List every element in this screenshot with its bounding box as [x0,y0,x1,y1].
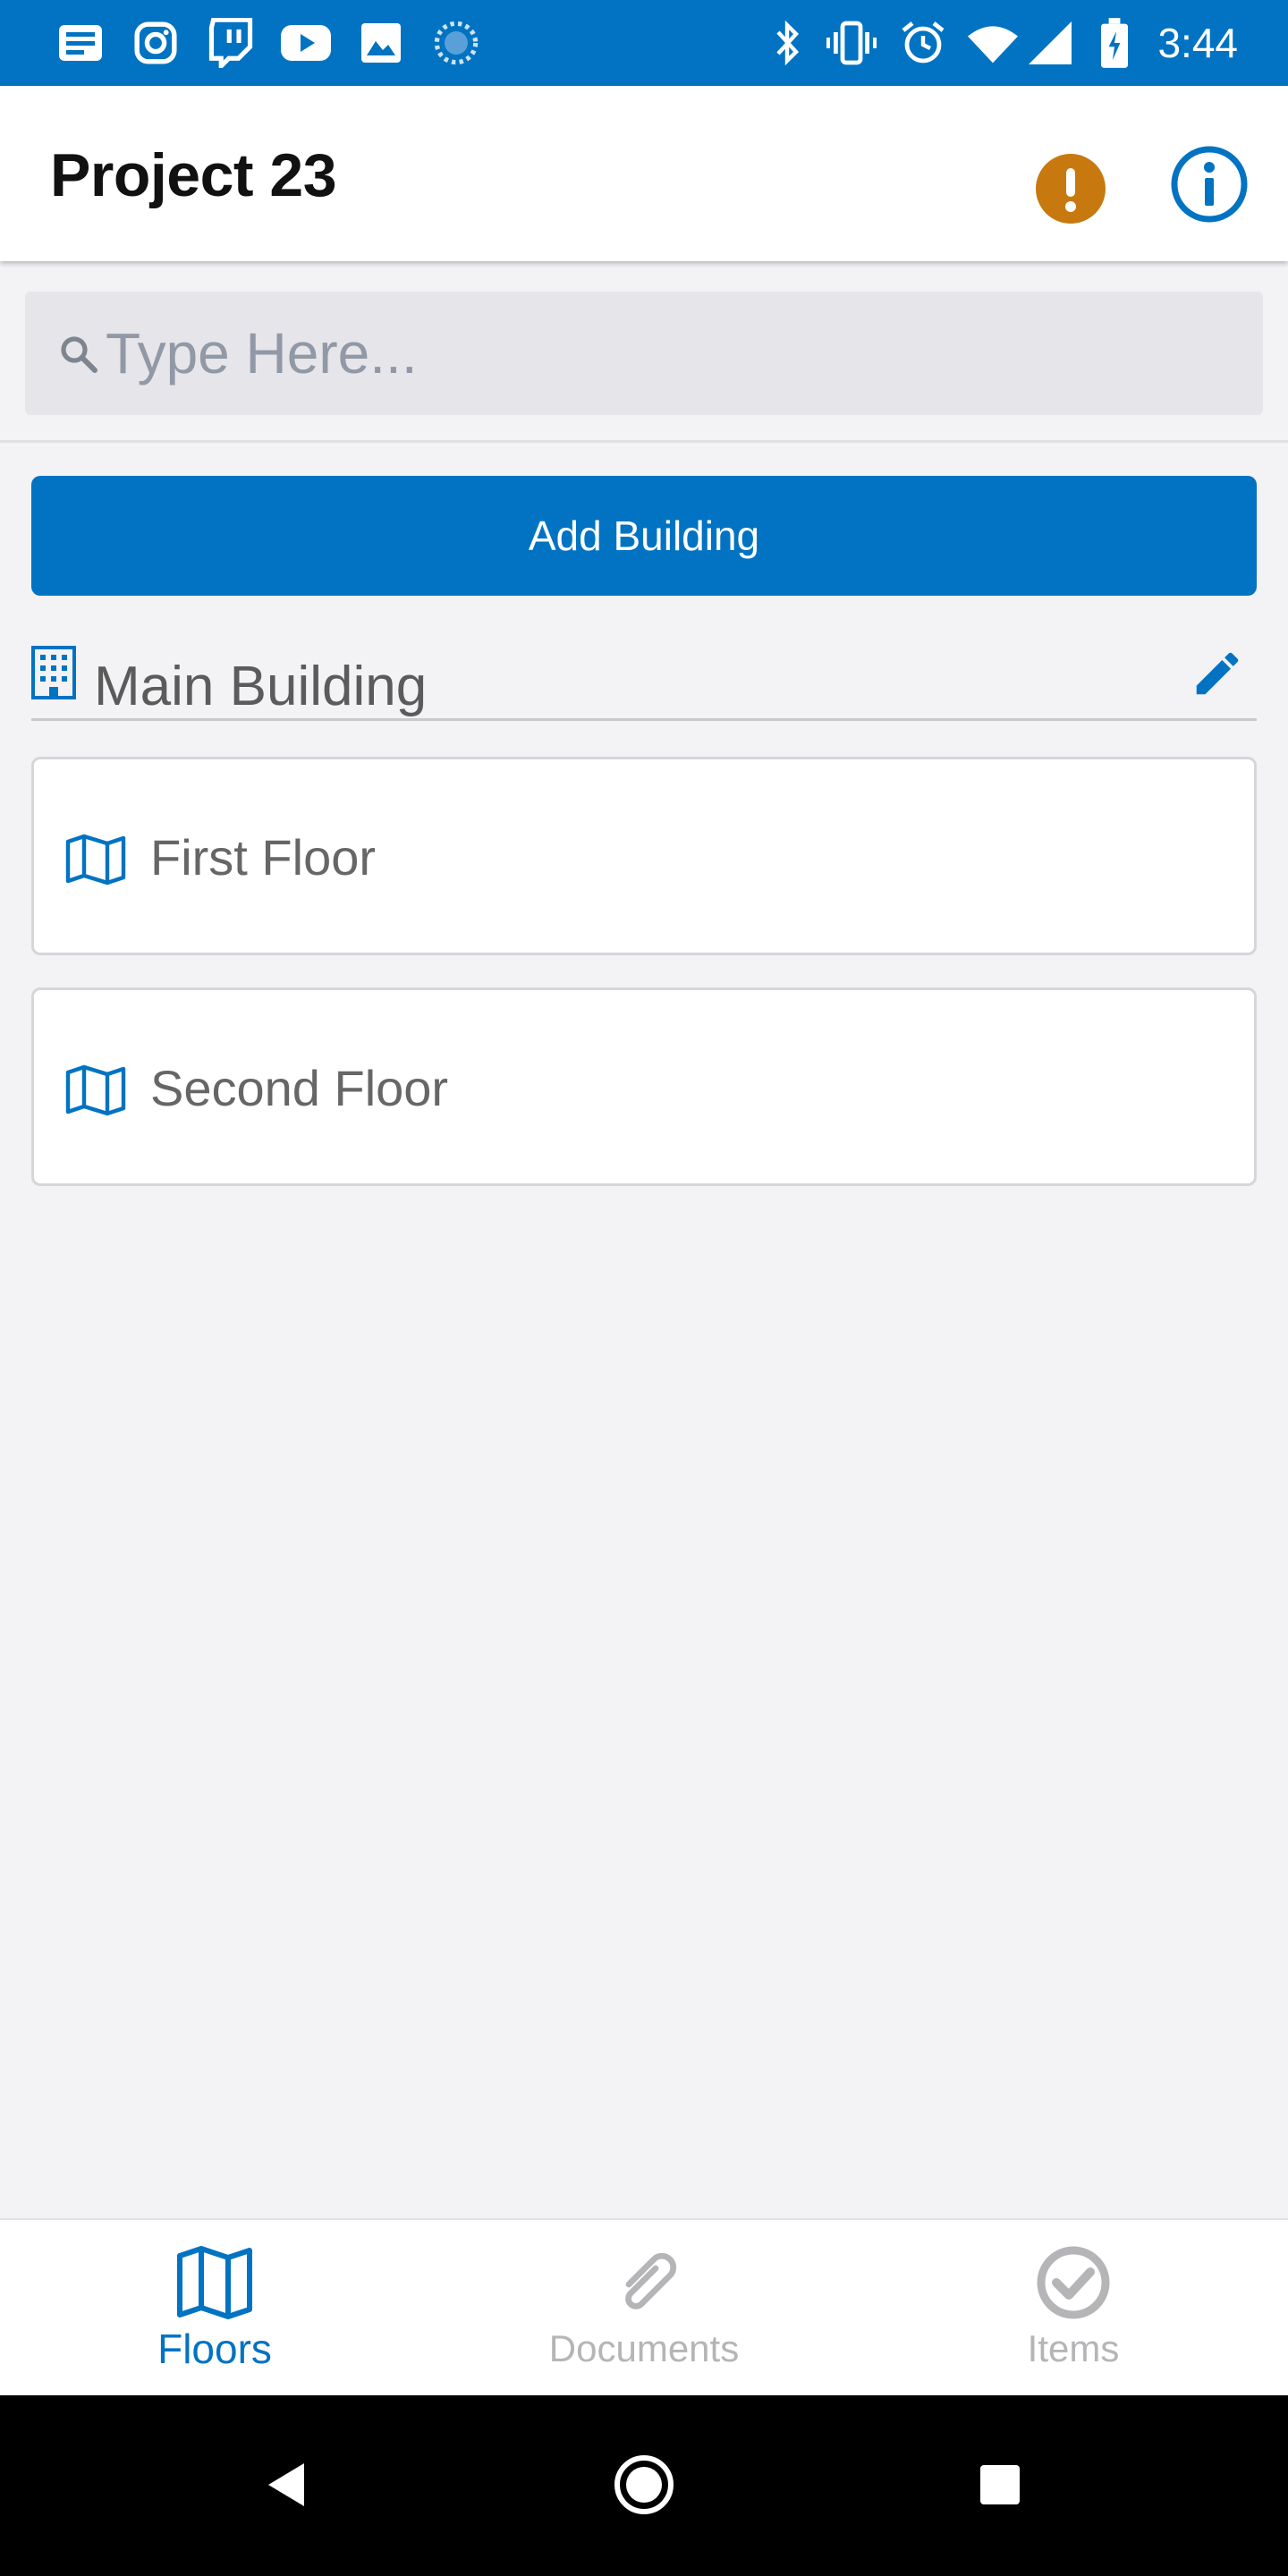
instagram-icon [131,18,181,68]
page-title: Project 23 [50,141,337,209]
youtube-icon [281,18,331,68]
tab-label: Items [1027,2327,1120,2369]
floor-label: Second Floor [150,1060,449,1116]
system-nav-bar [0,2395,1288,2576]
clock: 3:44 [1157,20,1238,66]
tab-label: Floors [157,2326,272,2372]
divider [0,440,1288,443]
battery-icon [1089,18,1140,68]
floor-item[interactable]: Second Floor [31,987,1257,1186]
bottom-nav: Floors Documents Items [0,2218,1288,2395]
floor-item[interactable]: First Floor [31,757,1257,955]
app-bar: Project 23 [0,86,1288,261]
sync-icon [431,18,481,68]
recents-icon[interactable] [964,2449,1036,2521]
map-icon [64,833,127,886]
paperclip-icon [604,2245,684,2320]
search-input[interactable] [106,292,1233,415]
status-bar: 3:44 [0,0,1288,86]
tab-documents[interactable]: Documents [429,2220,859,2397]
info-button[interactable] [1170,145,1249,224]
exclamation-icon [1065,168,1076,212]
tab-label: Documents [548,2327,740,2369]
alarm-icon [898,18,948,68]
building-icon [31,646,76,699]
info-icon [1171,146,1248,223]
search-bar [25,292,1263,415]
vibrate-icon [826,18,877,68]
map-icon [64,1063,127,1117]
building-name: Main Building [94,656,428,717]
search-icon [57,333,100,376]
floor-label: First Floor [150,829,376,886]
twitch-icon [206,18,256,68]
wifi-icon [968,18,1018,68]
news-icon [55,18,106,68]
warning-button[interactable] [1036,154,1106,224]
check-circle-icon [1033,2245,1114,2320]
image-icon [356,18,406,68]
tab-floors[interactable]: Floors [0,2220,429,2397]
tab-items[interactable]: Items [859,2220,1288,2397]
signal-icon [1025,18,1075,68]
add-building-button[interactable]: Add Building [31,476,1257,596]
pencil-icon[interactable] [1190,646,1245,701]
map-icon [174,2245,255,2320]
back-icon[interactable] [250,2449,322,2521]
home-icon[interactable] [608,2449,680,2521]
bluetooth-icon [762,18,812,68]
building-header: Main Building [31,640,1257,721]
